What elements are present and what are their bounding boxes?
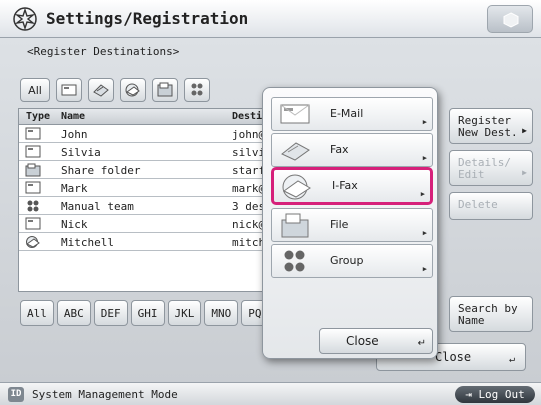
popup-item-label: File	[330, 218, 349, 231]
details-edit-label: Details/ Edit	[458, 156, 511, 181]
alpha-def-button[interactable]: DEF	[93, 300, 128, 326]
filter-email-button[interactable]	[56, 78, 82, 102]
register-new-dest-button[interactable]: Register New Dest. ▶	[449, 108, 533, 144]
group-icon	[27, 200, 39, 212]
list-item[interactable]: Nick nick@	[19, 215, 282, 233]
email-icon	[25, 217, 41, 230]
row-name: Silvia	[61, 146, 101, 159]
row-destination: 3 des	[232, 200, 266, 213]
destination-type-popup: E-Mail ▶ Fax ▶ I-Fax ▶ File ▶ Group ▶ Cl…	[262, 87, 438, 359]
row-destination: john@	[232, 128, 266, 141]
register-new-dest-label: Register New Dest.	[458, 114, 518, 139]
destination-list: Type Name Destin John john@ Silvia silvi…	[18, 108, 283, 292]
status-bar: ID System Management Mode ⇥ Log Out	[0, 382, 541, 405]
alpha-ghi-button[interactable]: GHI	[130, 300, 165, 326]
popup-item-label: Group	[330, 254, 364, 267]
fax-icon	[281, 142, 310, 161]
alpha-mno-button[interactable]: MNO	[204, 300, 239, 326]
popup-item-label: E-Mail	[330, 107, 364, 120]
chevron-right-icon: ▶	[522, 168, 527, 177]
popup-item-file[interactable]: File ▶	[271, 208, 433, 242]
row-destination: starf	[232, 164, 266, 177]
popup-close-button[interactable]: Close ↵	[319, 328, 433, 354]
search-by-name-label: Search by Name	[458, 302, 518, 327]
chevron-right-icon: ▶	[422, 154, 427, 162]
return-arrow-icon: ↵	[508, 354, 515, 365]
email-icon	[25, 127, 41, 140]
settings-icon	[13, 7, 37, 31]
popup-item-email[interactable]: E-Mail ▶	[271, 97, 433, 131]
mode-label: System Management Mode	[32, 388, 178, 401]
fax-icon	[93, 84, 109, 97]
page-subtitle: <Register Destinations>	[27, 45, 180, 58]
list-item[interactable]: Silvia silvi	[19, 143, 282, 161]
logout-button[interactable]: ⇥ Log Out	[455, 386, 535, 403]
delete-button[interactable]: Delete	[449, 192, 533, 220]
page-title: Settings/Registration	[46, 9, 249, 28]
row-destination: silvi	[232, 146, 266, 159]
filter-file-button[interactable]	[152, 78, 178, 102]
row-name: Nick	[61, 218, 88, 231]
list-item[interactable]: Mitchell mitch	[19, 233, 282, 251]
ifax-icon	[282, 174, 311, 200]
popup-item-label: I-Fax	[332, 179, 358, 192]
alpha-abc-button[interactable]: ABC	[56, 300, 91, 326]
row-destination: mitch	[232, 236, 266, 249]
popup-close-label: Close	[346, 334, 379, 348]
alpha-all-button[interactable]: All	[20, 300, 54, 326]
alphabet-filter-bar: All ABC DEF GHI JKL MNO PQR	[20, 300, 276, 326]
row-destination: nick@	[232, 218, 266, 231]
filter-fax-button[interactable]	[88, 78, 114, 102]
close-label: Close	[435, 350, 472, 364]
chevron-right-icon: ▶	[422, 118, 427, 126]
column-type: Type	[26, 111, 51, 122]
chevron-right-icon: ▶	[422, 265, 427, 273]
logout-label: Log Out	[478, 388, 525, 401]
return-arrow-icon: ↵	[417, 338, 426, 349]
filter-ifax-button[interactable]	[120, 78, 146, 102]
chevron-right-icon: ▶	[422, 229, 427, 237]
list-item[interactable]: John john@	[19, 125, 282, 143]
logout-icon: ⇥	[465, 388, 479, 401]
row-name: Share folder	[61, 164, 141, 177]
row-name: Mitchell	[61, 236, 114, 249]
title-bar: Settings/Registration	[0, 0, 541, 38]
ifax-icon	[125, 83, 140, 97]
email-icon	[61, 84, 77, 96]
id-badge-icon: ID	[8, 387, 24, 402]
file-icon	[25, 163, 41, 177]
popup-item-ifax[interactable]: I-Fax ▶	[271, 167, 433, 205]
email-icon	[280, 104, 310, 124]
search-by-name-button[interactable]: Search by Name	[449, 296, 533, 332]
details-edit-button[interactable]: Details/ Edit ▶	[449, 150, 533, 186]
group-icon	[284, 250, 305, 272]
chevron-right-icon: ▶	[522, 126, 527, 135]
email-icon	[25, 181, 41, 194]
file-icon	[157, 82, 173, 97]
filter-group-button[interactable]	[184, 78, 210, 102]
chevron-right-icon: ▶	[420, 190, 425, 198]
file-icon	[281, 213, 309, 238]
list-item[interactable]: Mark mark@	[19, 179, 282, 197]
group-icon	[191, 83, 203, 96]
popup-item-group[interactable]: Group ▶	[271, 244, 433, 278]
list-header: Type Name Destin	[19, 109, 282, 125]
row-name: Manual team	[61, 200, 134, 213]
popup-item-fax[interactable]: Fax ▶	[271, 133, 433, 167]
row-name: Mark	[61, 182, 88, 195]
ifax-icon	[26, 236, 40, 248]
list-item[interactable]: Manual team 3 des	[19, 197, 282, 215]
filter-all-button[interactable]: All	[20, 78, 50, 102]
row-destination: mark@	[232, 182, 266, 195]
row-name: John	[61, 128, 88, 141]
list-item[interactable]: Share folder starf	[19, 161, 282, 179]
header-menu-button[interactable]	[487, 5, 533, 33]
type-filter-bar: All	[20, 78, 210, 104]
cube-icon	[503, 12, 519, 28]
delete-label: Delete	[458, 198, 498, 211]
popup-item-label: Fax	[330, 143, 349, 156]
column-name: Name	[61, 111, 86, 122]
alpha-jkl-button[interactable]: JKL	[167, 300, 202, 326]
email-icon	[25, 145, 41, 158]
